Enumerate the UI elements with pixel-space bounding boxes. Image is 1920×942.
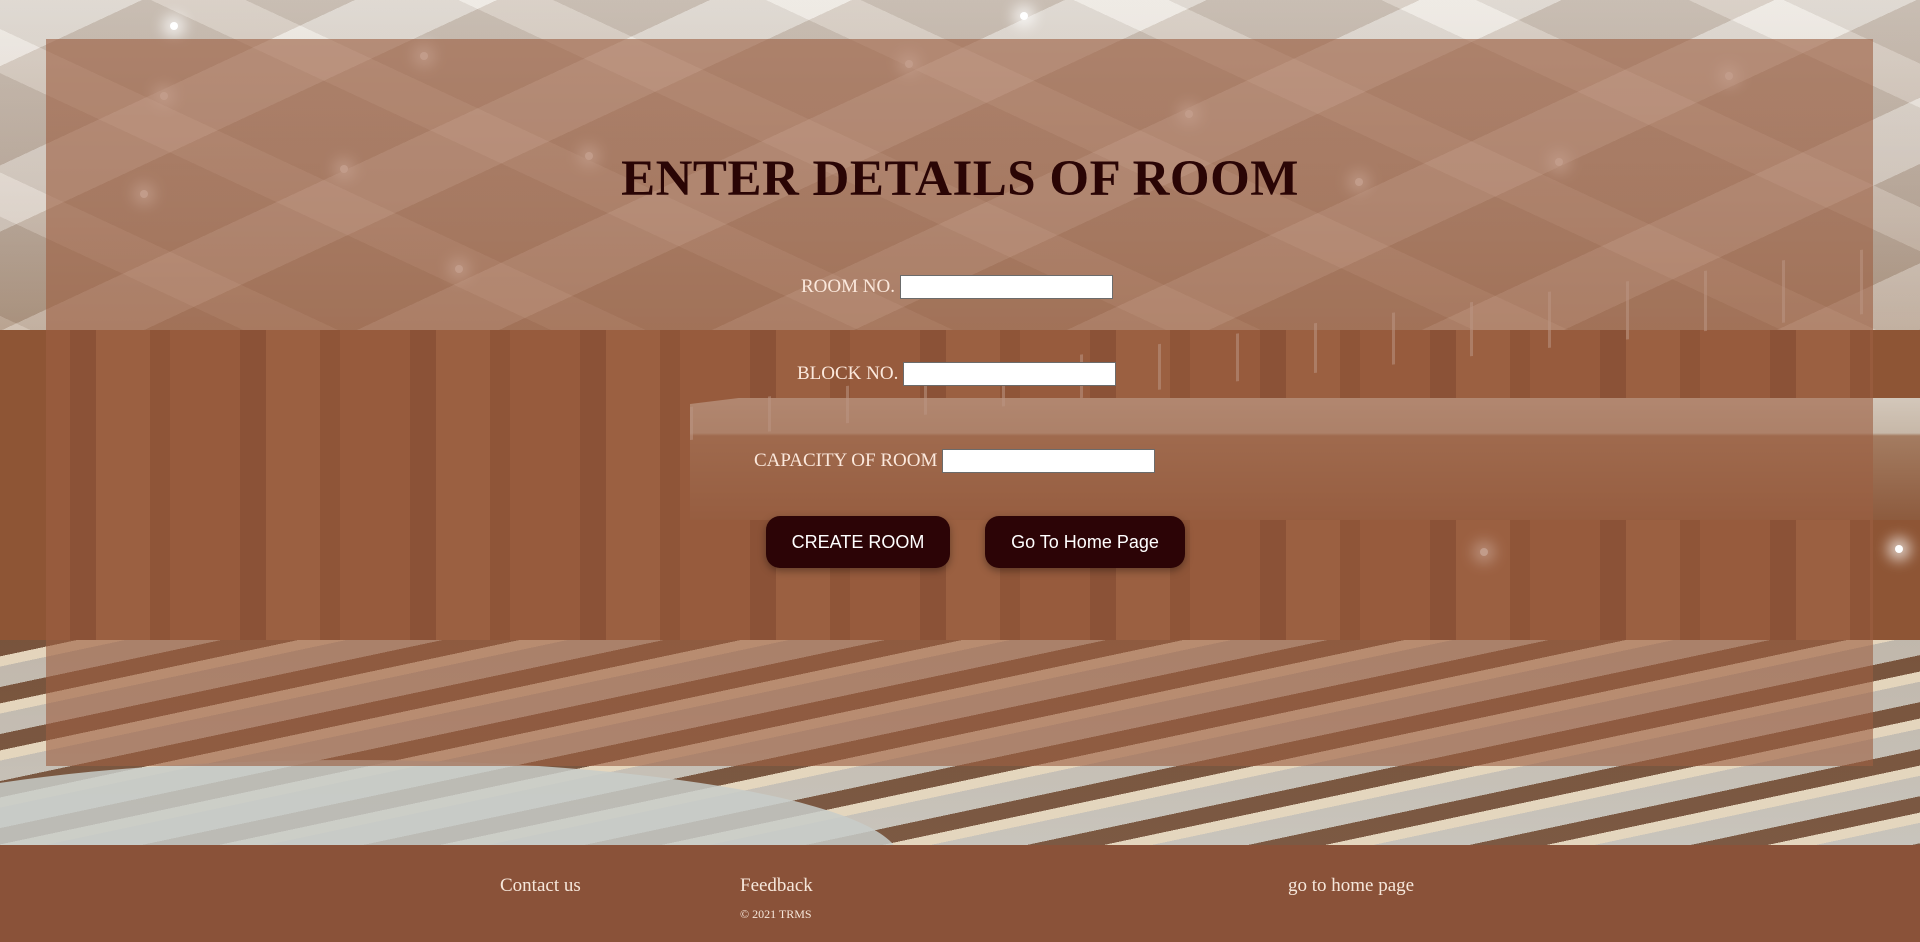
room-no-label: ROOM NO. [801, 276, 895, 297]
room-no-row: ROOM NO. [801, 275, 1113, 299]
ceiling-light [1020, 12, 1028, 20]
block-no-row: BLOCK NO. [797, 362, 1117, 386]
home-page-link[interactable]: go to home page [1288, 875, 1414, 897]
page: ENTER DETAILS OF ROOM ROOM NO. BLOCK NO.… [0, 0, 1920, 942]
create-room-button[interactable]: CREATE ROOM [766, 516, 950, 568]
page-title: ENTER DETAILS OF ROOM [621, 151, 1299, 207]
capacity-label: CAPACITY OF ROOM [754, 450, 938, 471]
capacity-row: CAPACITY OF ROOM [754, 449, 1156, 473]
ceiling-light [1895, 545, 1903, 553]
block-no-label: BLOCK NO. [797, 363, 899, 384]
feedback-link[interactable]: Feedback [740, 875, 813, 897]
room-no-input[interactable] [899, 275, 1113, 299]
footer: Contact us Feedback © 2021 TRMS go to ho… [0, 845, 1920, 942]
contact-us-link[interactable]: Contact us [500, 875, 581, 897]
copyright-text: © 2021 TRMS [740, 907, 812, 921]
form-overlay-panel [46, 39, 1873, 766]
capacity-input[interactable] [942, 449, 1156, 473]
go-to-home-page-button[interactable]: Go To Home Page [985, 516, 1185, 568]
ceiling-light [170, 22, 178, 30]
block-no-input[interactable] [903, 362, 1117, 386]
